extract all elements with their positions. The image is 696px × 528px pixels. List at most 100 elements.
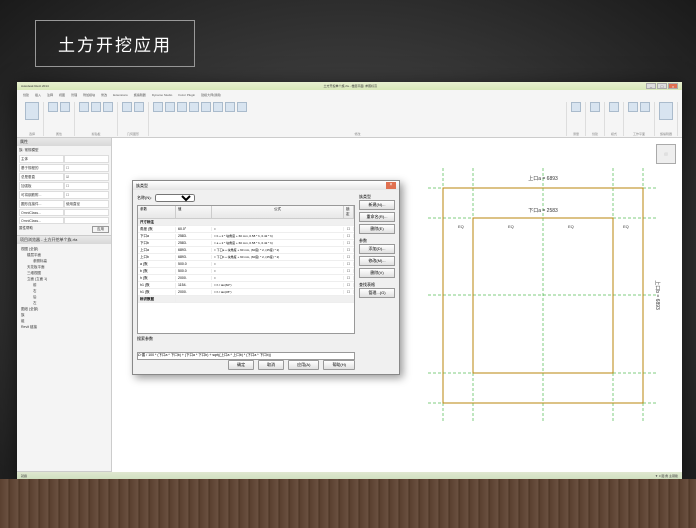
- lock-checkbox[interactable]: ☐: [344, 269, 354, 273]
- lock-checkbox[interactable]: ☐: [344, 290, 354, 294]
- tool-icon[interactable]: [165, 102, 175, 112]
- tab[interactable]: 管理: [71, 93, 77, 97]
- lock-checkbox[interactable]: ☐: [344, 241, 354, 245]
- prop-value[interactable]: ☐: [64, 164, 109, 172]
- maximize-button[interactable]: □: [657, 83, 667, 89]
- param-row[interactable]: h (默2000.=☐: [138, 275, 354, 282]
- tool-icon[interactable]: [189, 102, 199, 112]
- param-formula[interactable]: =: [212, 262, 344, 266]
- tool-icon[interactable]: [640, 102, 650, 112]
- lock-checkbox[interactable]: ☐: [344, 248, 354, 252]
- tab[interactable]: 修改: [101, 93, 107, 97]
- lock-checkbox[interactable]: ☐: [344, 255, 354, 259]
- apply-button[interactable]: 应用: [92, 226, 109, 233]
- prop-value[interactable]: [64, 209, 109, 216]
- tool-icon[interactable]: [237, 102, 247, 112]
- prop-value[interactable]: 使用直径: [64, 200, 109, 208]
- remove-param-button[interactable]: 删除(V): [359, 268, 395, 278]
- tab[interactable]: 建模大师(通用): [201, 93, 221, 97]
- tab[interactable]: 注释: [47, 93, 53, 97]
- cancel-button[interactable]: 取消: [258, 360, 284, 370]
- param-row[interactable]: h1 (默1154.= h / tan(60°)☐: [138, 282, 354, 289]
- param-name[interactable]: 下口a: [138, 234, 176, 239]
- param-row[interactable]: 上口b6893.= 下口b + 块角度 + 60 mm, (60度) * 2, …: [138, 254, 354, 261]
- tool-icon[interactable]: [25, 102, 39, 120]
- param-name[interactable]: 角度 (默: [138, 227, 176, 232]
- param-name[interactable]: b (默: [138, 269, 176, 274]
- param-formula[interactable]: = 下口b + 块角度 + 60 mm, (60度) * 2, (45度) * …: [212, 255, 344, 259]
- param-row[interactable]: b (默500.0=☐: [138, 268, 354, 275]
- col-header[interactable]: 公式: [212, 206, 344, 218]
- param-formula[interactable]: =: [212, 269, 344, 273]
- ok-button[interactable]: 确定: [228, 360, 254, 370]
- tool-icon[interactable]: [628, 102, 638, 112]
- param-formula[interactable]: =: [212, 227, 344, 231]
- param-formula[interactable]: = 下口a + 块角度 + 60 mm, (60度) * 2, (45度) * …: [212, 248, 344, 252]
- tree-node[interactable]: Revit 链接: [19, 324, 109, 330]
- param-value[interactable]: 60.0°: [176, 227, 212, 231]
- dialog-titlebar[interactable]: 族类型 ×: [133, 181, 399, 190]
- tab[interactable]: 创建: [23, 93, 29, 97]
- lock-checkbox[interactable]: ☐: [344, 276, 354, 280]
- tool-icon[interactable]: [225, 102, 235, 112]
- param-formula[interactable]: = b + 2 * 块角度 + 60 mm, 0.58 * h, 0.42 * …: [212, 234, 344, 238]
- tool-icon[interactable]: [213, 102, 223, 112]
- apply-button[interactable]: 应用(A): [288, 360, 319, 370]
- tool-icon[interactable]: [122, 102, 132, 112]
- param-name[interactable]: 上口b: [138, 255, 176, 260]
- param-value[interactable]: 2000.: [176, 276, 212, 280]
- close-icon[interactable]: ×: [386, 182, 396, 189]
- param-formula[interactable]: =: [212, 276, 344, 280]
- prop-value[interactable]: ☐: [64, 182, 109, 190]
- prop-value[interactable]: [64, 155, 109, 163]
- param-name[interactable]: a (默: [138, 262, 176, 267]
- tool-icon[interactable]: [571, 102, 581, 112]
- modify-param-button[interactable]: 修改(M)...: [359, 256, 395, 266]
- param-value[interactable]: 500.0: [176, 269, 212, 273]
- param-name[interactable]: 上口a: [138, 248, 176, 253]
- lock-checkbox[interactable]: ☐: [344, 227, 354, 231]
- param-value[interactable]: 2583.: [176, 234, 212, 238]
- param-row[interactable]: a (默500.0=☐: [138, 261, 354, 268]
- delete-type-button[interactable]: 删除(E): [359, 224, 395, 234]
- tab[interactable]: 附加模块: [83, 93, 95, 97]
- param-row[interactable]: 下口b2583.= a + 2 * 块角度 + 60 mm, 0.58 * h,…: [138, 240, 354, 247]
- col-header[interactable]: 值: [176, 206, 212, 218]
- tool-icon[interactable]: [134, 102, 144, 112]
- tool-icon[interactable]: [659, 102, 673, 120]
- tool-icon[interactable]: [177, 102, 187, 112]
- rename-button[interactable]: 重命名(R)...: [359, 212, 395, 222]
- lock-checkbox[interactable]: ☐: [344, 234, 354, 238]
- new-type-button[interactable]: 新建(N)...: [359, 200, 395, 210]
- param-row[interactable]: 下口a2583.= b + 2 * 块角度 + 60 mm, 0.58 * h,…: [138, 233, 354, 240]
- tab[interactable]: 视图: [59, 93, 65, 97]
- param-value[interactable]: 6893.: [176, 248, 212, 252]
- tab[interactable]: Dynamo Studio: [152, 93, 173, 97]
- tool-icon[interactable]: [590, 102, 600, 112]
- param-value[interactable]: 2583.: [176, 241, 212, 245]
- param-name[interactable]: h1 (默: [138, 290, 176, 295]
- close-button[interactable]: ×: [668, 83, 678, 89]
- param-value[interactable]: 2000.: [176, 290, 212, 294]
- tool-icon[interactable]: [91, 102, 101, 112]
- tool-icon[interactable]: [79, 102, 89, 112]
- tab[interactable]: 插入: [35, 93, 41, 97]
- tab[interactable]: Fuzor Plugin: [178, 93, 195, 97]
- param-name[interactable]: h1 (默: [138, 283, 176, 288]
- manage-button[interactable]: 管理...(G): [359, 288, 395, 298]
- lock-checkbox[interactable]: ☐: [344, 283, 354, 287]
- tool-icon[interactable]: [201, 102, 211, 112]
- tool-icon[interactable]: [103, 102, 113, 112]
- col-header[interactable]: 参数: [138, 206, 176, 218]
- minimize-button[interactable]: –: [646, 83, 656, 89]
- prop-value[interactable]: ☐: [64, 191, 109, 199]
- prop-value[interactable]: ☑: [64, 173, 109, 181]
- param-name[interactable]: 下口b: [138, 241, 176, 246]
- param-row[interactable]: h1 (默2000.= h / tan(45°)☐: [138, 289, 354, 296]
- param-row[interactable]: 角度 (默60.0°=☐: [138, 226, 354, 233]
- help-link[interactable]: 属性帮助: [19, 226, 33, 233]
- param-value[interactable]: 1154.: [176, 283, 212, 287]
- param-value[interactable]: 6893.: [176, 255, 212, 259]
- name-select[interactable]: [155, 194, 195, 202]
- tool-icon[interactable]: [48, 102, 58, 112]
